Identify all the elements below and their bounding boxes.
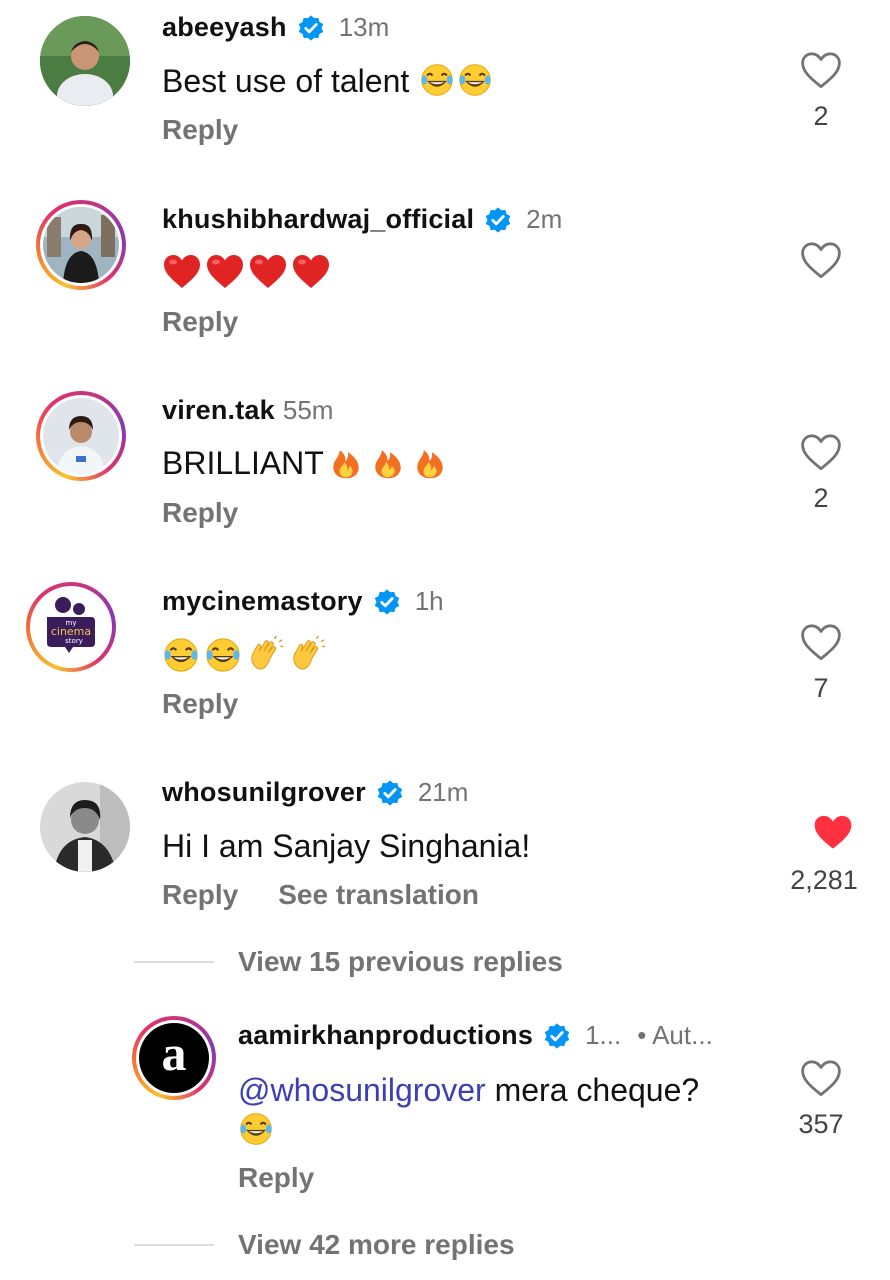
avatar-photo-art: [43, 207, 119, 283]
clapping-hands-emoji-icon: [288, 636, 326, 674]
avatar[interactable]: a: [132, 1016, 216, 1100]
timestamp: 13m: [338, 12, 390, 42]
avatar-ring-gap: [40, 204, 122, 286]
avatar-photo: a: [139, 1023, 209, 1093]
view-previous-replies-label: View 15 previous replies: [238, 946, 563, 977]
divider-line: [134, 1244, 214, 1246]
timestamp: 55m: [282, 395, 334, 425]
timestamp: 1h: [414, 586, 444, 616]
like-control: [791, 240, 851, 285]
username[interactable]: abeeyash: [162, 12, 287, 43]
view-previous-replies[interactable]: View 15 previous replies: [134, 946, 563, 978]
laugh-cry-emoji-icon: [162, 636, 200, 674]
reply-button[interactable]: Reply: [162, 879, 238, 911]
comment-text: [156, 636, 326, 676]
mycinemastory-logo: my cinema story: [47, 597, 95, 653]
heart-outline-icon[interactable]: [800, 622, 842, 662]
like-control: 2: [791, 432, 851, 514]
username[interactable]: viren.tak: [162, 395, 275, 426]
avatar-photo: [43, 207, 119, 283]
timestamp: 2m: [526, 204, 563, 234]
like-count: 2: [813, 483, 829, 513]
laugh-cry-emoji-icon: [238, 1111, 274, 1147]
avatar-photo: [40, 16, 130, 106]
timestamp: 1...: [585, 1020, 622, 1050]
red-heart-emoji-icon: [205, 252, 245, 292]
verified-badge-icon: [376, 779, 404, 807]
username[interactable]: aamirkhanproductions: [238, 1020, 533, 1051]
verified-badge-icon: [297, 14, 325, 42]
avatar-photo: [40, 782, 130, 872]
mention-link[interactable]: @whosunilgrover: [238, 1072, 486, 1108]
avatar-photo-art: [43, 398, 119, 474]
clapping-hands-emoji-icon: [246, 636, 284, 674]
view-more-replies[interactable]: View 42 more replies: [134, 1229, 515, 1261]
see-translation-button[interactable]: See translation: [278, 879, 479, 911]
fire-emoji-icon: [328, 444, 364, 480]
username[interactable]: mycinemastory: [162, 586, 363, 617]
like-control: 7: [791, 622, 851, 704]
like-control: 357: [791, 1058, 851, 1140]
avatar-photo: [43, 398, 119, 474]
reply-button[interactable]: Reply: [162, 114, 238, 146]
verified-badge-icon: [543, 1022, 571, 1050]
fire-emoji-icon: [370, 444, 406, 480]
reply-button[interactable]: Reply: [162, 306, 238, 338]
heart-filled-icon[interactable]: [812, 812, 854, 852]
red-heart-emoji-icon: [162, 252, 202, 292]
like-count: 2,281: [790, 865, 858, 895]
heart-outline-icon[interactable]: [800, 1058, 842, 1098]
laugh-cry-emoji-icon: [204, 636, 242, 674]
comment-body: Hi I am Sanjay Singhania!: [162, 828, 531, 864]
heart-outline-icon[interactable]: [800, 432, 842, 472]
comment-text: @whosunilgrover mera cheque?: [238, 1070, 768, 1150]
avatar-photo: my cinema story: [33, 589, 109, 665]
avatar[interactable]: [40, 16, 130, 106]
comment-text: BRILLIANT: [162, 444, 448, 482]
verified-badge-icon: [484, 206, 512, 234]
comment-text: Best use of talent: [162, 62, 493, 100]
avatar[interactable]: my cinema story: [26, 582, 116, 672]
like-control: 2,281: [790, 812, 861, 896]
laugh-cry-emoji-icon: [457, 62, 493, 98]
like-control: 2: [791, 50, 851, 132]
timestamp: 21m: [417, 777, 469, 807]
heart-outline-icon[interactable]: [800, 50, 842, 90]
like-count: 7: [813, 673, 829, 703]
heart-outline-icon[interactable]: [800, 240, 842, 280]
comment-body: Best use of talent: [162, 63, 410, 99]
avatar[interactable]: [36, 200, 126, 290]
avatar-ring-gap: a: [136, 1020, 212, 1096]
username[interactable]: whosunilgrover: [162, 777, 366, 808]
divider-line: [134, 961, 214, 963]
avatar-ring-gap: [40, 395, 122, 477]
avatar-letter: a: [161, 1025, 187, 1081]
like-count: 2: [813, 101, 829, 131]
avatar[interactable]: [36, 391, 126, 481]
view-more-replies-label: View 42 more replies: [238, 1229, 515, 1260]
fire-emoji-icon: [412, 444, 448, 480]
like-count: 357: [798, 1109, 844, 1139]
comment-body: BRILLIANT: [162, 445, 324, 481]
red-heart-emoji-icon: [248, 252, 288, 292]
comment-text: Hi I am Sanjay Singhania!: [162, 828, 530, 865]
avatar[interactable]: [40, 782, 130, 872]
username[interactable]: khushibhardwaj_official: [162, 204, 474, 235]
verified-badge-icon: [373, 588, 401, 616]
laugh-cry-emoji-icon: [419, 62, 455, 98]
avatar-ring-gap: my cinema story: [30, 586, 112, 668]
reply-button[interactable]: Reply: [238, 1162, 314, 1194]
comment-text: [156, 252, 331, 294]
red-heart-emoji-icon: [291, 252, 331, 292]
reply-button[interactable]: Reply: [162, 688, 238, 720]
author-label: • Aut...: [637, 1020, 713, 1050]
reply-button[interactable]: Reply: [162, 497, 238, 529]
comment-body: mera cheque?: [485, 1072, 700, 1108]
logo-text-story: story: [65, 637, 83, 645]
